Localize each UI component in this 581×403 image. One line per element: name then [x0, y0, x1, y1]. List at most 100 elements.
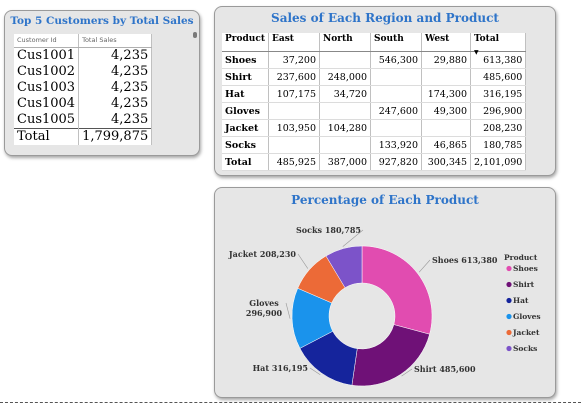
- table-row[interactable]: Jacket 103,950 104,280 208,230: [222, 119, 527, 137]
- total-label: Total: [14, 128, 80, 145]
- data-label-gloves-value: 296,900: [246, 308, 283, 318]
- column-header-north[interactable]: North: [319, 33, 371, 52]
- column-header-total-label: Total: [474, 34, 500, 44]
- legend-item-gloves[interactable]: Gloves: [513, 312, 541, 321]
- pie-slice-shoes[interactable]: [361, 245, 433, 335]
- product-cell: Shoes: [222, 51, 269, 69]
- total-sales-cell: 4,235: [78, 80, 153, 96]
- column-header-west[interactable]: West: [421, 33, 471, 52]
- legend-marker-gloves: [506, 313, 512, 320]
- sort-descending-icon[interactable]: ▼: [474, 49, 479, 56]
- legend-item-shirt[interactable]: Shirt: [513, 280, 535, 289]
- total-cell: 208,230: [470, 119, 527, 137]
- table-row[interactable]: Hat 107,175 34,720 174,300 316,195: [222, 85, 527, 103]
- top-customers-panel: Top 5 Customers by Total Sales Customer …: [4, 10, 200, 156]
- total-sales-cell: 4,235: [78, 112, 153, 129]
- south-cell: [370, 85, 422, 103]
- total-cell: 180,785: [470, 136, 527, 154]
- legend-item-shoes[interactable]: Shoes: [513, 264, 538, 273]
- product-cell: Hat: [222, 85, 269, 103]
- legend-title: Product: [504, 253, 538, 262]
- data-label-shoes: Shoes 613,380: [432, 255, 498, 265]
- east-cell: 103,950: [268, 119, 320, 137]
- legend-marker-shoes: [506, 265, 512, 272]
- legend-item-socks[interactable]: Socks: [513, 344, 537, 353]
- west-cell: 29,880: [421, 51, 471, 69]
- north-cell: 104,280: [319, 119, 371, 137]
- legend-item-jacket[interactable]: Jacket: [512, 328, 540, 337]
- west-cell: 174,300: [421, 85, 471, 103]
- column-header-product[interactable]: Product: [222, 33, 269, 52]
- east-cell: 237,600: [268, 68, 320, 86]
- scroll-handle[interactable]: [193, 32, 197, 38]
- customer-id-cell: Cus1001: [14, 47, 80, 64]
- west-cell: [421, 68, 471, 86]
- total-cell: 316,195: [470, 85, 527, 103]
- table-row[interactable]: Socks 133,920 46,865 180,785: [222, 136, 527, 154]
- total-value: 1,799,875: [78, 128, 153, 145]
- grand-total: 2,101,090: [470, 153, 527, 171]
- product-cell: Shirt: [222, 68, 269, 86]
- table-row[interactable]: Cus1003 4,235: [14, 80, 153, 96]
- leader-line: [285, 302, 291, 319]
- region-sales-table: Product East North South West Total ▼ Sho…: [222, 33, 527, 171]
- column-header-total-sales[interactable]: Total Sales: [78, 34, 153, 48]
- south-total: 927,820: [370, 153, 422, 171]
- table-row[interactable]: Shirt 237,600 248,000 485,600: [222, 68, 527, 86]
- east-total: 485,925: [268, 153, 320, 171]
- south-cell: [370, 119, 422, 137]
- leader-line: [297, 253, 309, 269]
- north-cell: [319, 102, 371, 120]
- total-sales-cell: 4,235: [78, 47, 153, 64]
- west-cell: [421, 119, 471, 137]
- column-header-east[interactable]: East: [268, 33, 320, 52]
- south-cell: 247,600: [370, 102, 422, 120]
- table-row[interactable]: Gloves 247,600 49,300 296,900: [222, 102, 527, 120]
- product-cell: Gloves: [222, 102, 269, 120]
- data-label-shirt: Shirt 485,600: [414, 364, 476, 374]
- table-row[interactable]: Shoes 37,200 546,300 29,880 613,380: [222, 51, 527, 69]
- product-cell: Socks: [222, 136, 269, 154]
- west-cell: 49,300: [421, 102, 471, 120]
- west-cell: 46,865: [421, 136, 471, 154]
- south-cell: [370, 68, 422, 86]
- legend-marker-shirt: [506, 281, 512, 288]
- region-sales-title: Sales of Each Region and Product: [271, 11, 499, 25]
- product-percentage-chart-panel: Percentage of Each Product Shoes 613,380…: [214, 187, 556, 398]
- legend-marker-socks: [506, 345, 512, 352]
- donut-chart: Shoes 613,380 Shirt 485,600 Hat 316,195 Glo…: [228, 225, 541, 387]
- west-total: 300,345: [421, 153, 471, 171]
- legend-marker-hat: [506, 297, 512, 304]
- legend-marker-jacket: [506, 329, 512, 336]
- top-customers-table: Customer Id Total Sales Cus1001 4,235 Cus…: [14, 34, 153, 145]
- total-sales-cell: 4,235: [78, 96, 153, 112]
- pie-slice-shirt[interactable]: [351, 324, 430, 387]
- south-cell: 546,300: [370, 51, 422, 69]
- product-cell: Jacket: [222, 119, 269, 137]
- east-cell: 107,175: [268, 85, 320, 103]
- total-cell: 485,600: [470, 68, 527, 86]
- east-cell: [268, 102, 320, 120]
- north-cell: [319, 136, 371, 154]
- table-row[interactable]: Cus1001 4,235: [14, 47, 153, 64]
- customer-id-cell: Cus1005: [14, 112, 80, 129]
- south-cell: 133,920: [370, 136, 422, 154]
- east-cell: 37,200: [268, 51, 320, 69]
- table-row[interactable]: Cus1004 4,235: [14, 96, 153, 112]
- column-header-customer-id[interactable]: Customer Id: [14, 34, 80, 48]
- column-header-total[interactable]: Total ▼: [470, 33, 527, 56]
- table-row[interactable]: Cus1005 4,235: [14, 112, 153, 129]
- customer-id-cell: Cus1002: [14, 64, 80, 80]
- legend-item-hat[interactable]: Hat: [513, 296, 529, 305]
- north-cell: [319, 51, 371, 69]
- total-label: Total: [222, 153, 269, 171]
- customer-id-cell: Cus1003: [14, 80, 80, 96]
- north-cell: 248,000: [319, 68, 371, 86]
- customer-id-cell: Cus1004: [14, 96, 80, 112]
- total-sales-cell: 4,235: [78, 64, 153, 80]
- column-header-south[interactable]: South: [370, 33, 422, 52]
- data-label-hat: Hat 316,195: [253, 363, 308, 373]
- data-label-socks: Socks 180,785: [296, 225, 361, 235]
- table-row[interactable]: Cus1002 4,235: [14, 64, 153, 80]
- data-label-gloves-name: Gloves: [249, 298, 279, 308]
